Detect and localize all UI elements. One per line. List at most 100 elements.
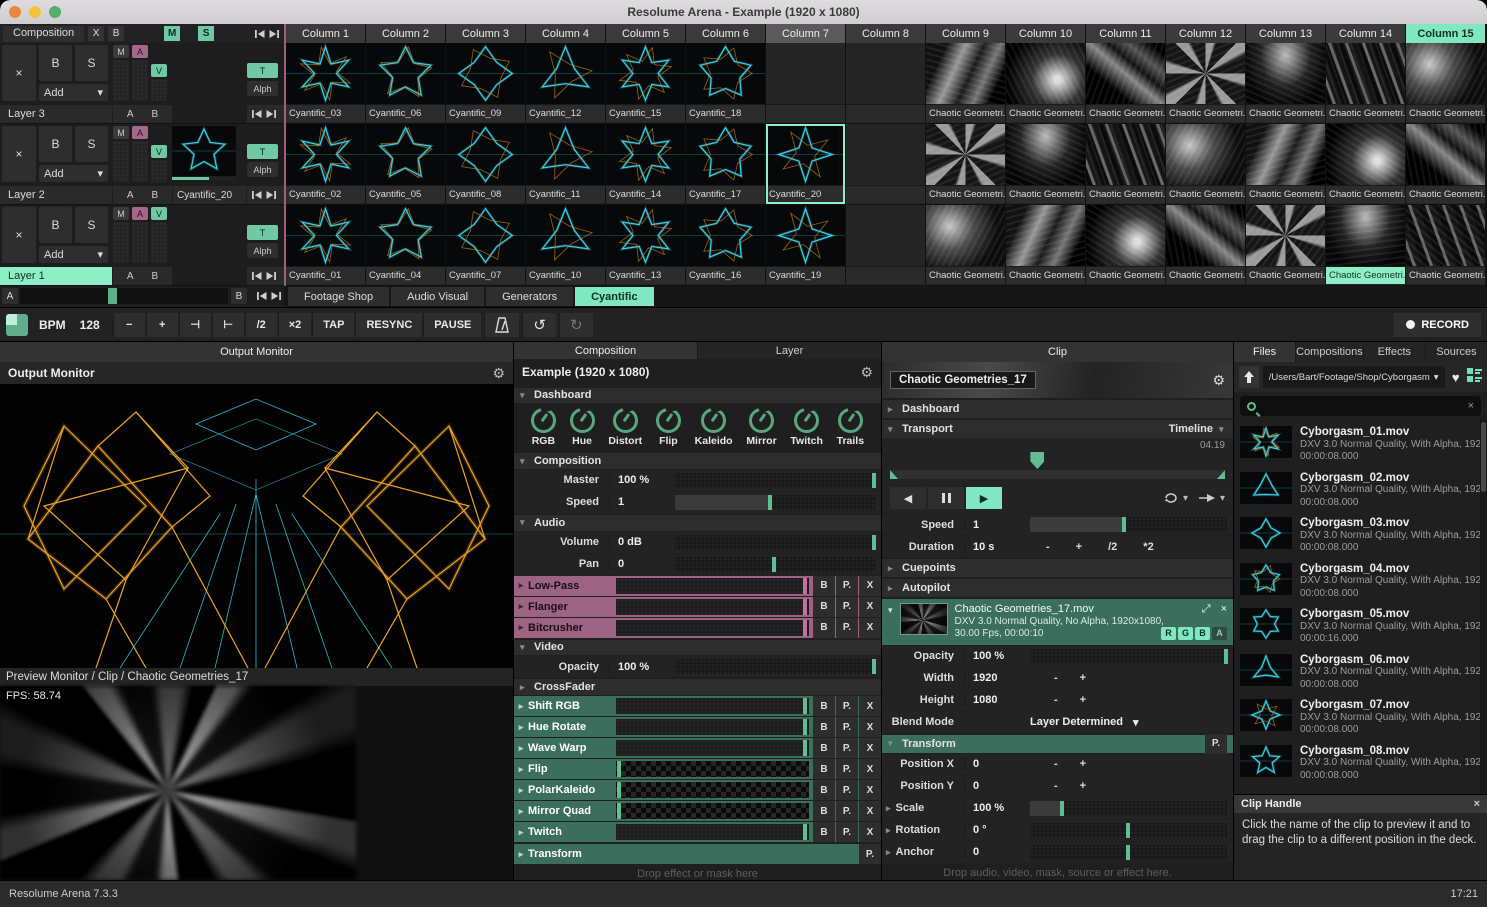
layer-solo-button[interactable]: S xyxy=(75,126,108,162)
dashboard-knob-kaleido[interactable]: Kaleido xyxy=(695,408,733,447)
loop-mode-dropdown[interactable]: ▾ xyxy=(1163,492,1188,504)
clip-cell[interactable]: Chaotic Geometri... xyxy=(1086,124,1165,204)
param-value[interactable]: 1 xyxy=(964,518,1022,531)
clip-cell[interactable]: Cyantific_20 xyxy=(766,124,845,204)
metronome-button[interactable] xyxy=(484,312,520,337)
effect-remove-button[interactable]: X xyxy=(859,801,881,821)
clip-cell[interactable]: Cyantific_10 xyxy=(526,205,605,285)
next-column-icon[interactable] xyxy=(269,29,279,38)
layer-blendmode-dropdown[interactable]: Add ▾ xyxy=(39,246,108,263)
effect-params-button[interactable]: P. xyxy=(836,759,858,779)
layer-solo-button[interactable]: S xyxy=(75,207,108,243)
layer-master-toggle[interactable]: M xyxy=(113,45,129,58)
layer-video-fader[interactable] xyxy=(151,160,167,182)
composition-bypass-button[interactable]: B xyxy=(108,26,125,41)
effect-params-button[interactable]: P. xyxy=(836,801,858,821)
param-value[interactable]: 1 xyxy=(609,496,667,509)
layer-video-fader[interactable] xyxy=(151,222,167,263)
clip-cell[interactable]: Chaotic Geometri... xyxy=(1326,124,1405,204)
blend-mode-dropdown[interactable]: Layer Determined ▾ xyxy=(1030,716,1138,729)
clip-cell[interactable]: Cyantific_19 xyxy=(766,205,845,285)
layer-next-clip-icon[interactable] xyxy=(266,272,276,280)
clip-cell[interactable]: Cyantific_07 xyxy=(446,205,525,285)
channel-r-toggle[interactable]: R xyxy=(1161,626,1176,640)
clip-cell[interactable]: Chaotic Geometri... xyxy=(1246,43,1325,123)
file-list-scrollbar[interactable] xyxy=(1480,420,1487,794)
effect-flanger[interactable]: ▸ Flanger B P. X xyxy=(514,596,881,617)
section-dashboard[interactable]: ▾ Dashboard xyxy=(514,387,881,404)
layer-master-toggle[interactable]: M xyxy=(113,126,129,139)
play-backwards-button[interactable]: ◀ xyxy=(890,487,926,509)
clip-expand-icon[interactable]: ⤢ xyxy=(1202,603,1211,616)
effect-remove-button[interactable]: X xyxy=(859,617,881,638)
path-dropdown[interactable]: /Users/Bart/Footage/Shop/Cyborgasm ▾ xyxy=(1262,366,1445,388)
param-value[interactable]: 0 ° xyxy=(964,824,1022,836)
effect-bypass-button[interactable]: B xyxy=(813,801,835,821)
effect-remove-button[interactable]: X xyxy=(859,759,881,779)
channel-a-toggle[interactable]: A xyxy=(1212,626,1227,640)
clip-name-field[interactable]: Chaotic Geometries_17 xyxy=(890,371,1036,389)
clip-cell[interactable]: Chaotic Geometri... xyxy=(1246,124,1325,204)
timeline-track[interactable] xyxy=(890,470,1225,479)
effect-flip[interactable]: ▸ Flip B P. X xyxy=(514,759,881,779)
beat-nudge-down-button[interactable]: ⊣ xyxy=(178,312,211,337)
param-slider[interactable] xyxy=(1030,648,1228,664)
column-header-14[interactable]: Column 14 xyxy=(1326,24,1405,43)
layer-alpha-button[interactable]: Alph xyxy=(247,243,278,258)
clip-cell[interactable]: Cyantific_16 xyxy=(686,205,765,285)
clip-cell[interactable]: Chaotic Geometri... xyxy=(1006,124,1085,204)
clip-cell[interactable]: Chaotic Geometri... xyxy=(1406,43,1485,123)
layer-alpha-button[interactable]: Alph xyxy=(247,81,278,96)
layer-previous-clip-icon[interactable] xyxy=(252,191,262,199)
param-value[interactable]: 100 % xyxy=(609,660,667,673)
favorites-heart-icon[interactable]: ♥ xyxy=(1449,370,1463,385)
clip-cell[interactable]: Chaotic Geometri... xyxy=(1166,43,1245,123)
file-item[interactable]: Cyborgasm_04.mov DXV 3.0 Normal Quality, … xyxy=(1234,559,1487,605)
effect-opacity-slider[interactable] xyxy=(616,577,809,594)
column-header-2[interactable]: Column 2 xyxy=(366,24,445,43)
file-item[interactable]: Cyborgasm_08.mov DXV 3.0 Normal Quality, … xyxy=(1234,741,1487,787)
effect-polarkaleido[interactable]: ▸ PolarKaleido B P. X xyxy=(514,780,881,800)
bpm-value[interactable]: 128 xyxy=(80,318,100,332)
effect-hue-rotate[interactable]: ▸ Hue Rotate B P. X xyxy=(514,717,881,737)
clip-cell[interactable]: Cyantific_13 xyxy=(606,205,685,285)
section-audio[interactable]: ▾ Audio xyxy=(514,514,881,531)
increase-button[interactable]: + xyxy=(1080,672,1086,684)
section-video[interactable]: ▾ Video xyxy=(514,639,881,656)
tab-compositions[interactable]: Compositions xyxy=(1296,342,1363,362)
param-value[interactable]: 0 xyxy=(964,758,1022,770)
effect-params-button[interactable]: P. xyxy=(836,617,858,638)
file-item[interactable]: Cyborgasm_07.mov DXV 3.0 Normal Quality, … xyxy=(1234,695,1487,741)
deck-tab-audio-visual[interactable]: Audio Visual xyxy=(391,287,485,306)
layer-bypass-button[interactable]: B xyxy=(39,126,72,162)
search-clear-icon[interactable]: × xyxy=(1468,400,1474,412)
dashboard-knob-rgb[interactable]: RGB xyxy=(530,408,556,447)
layer-master-fader[interactable] xyxy=(113,60,129,101)
section-transport[interactable]: ▾ Transport Timeline ▾ xyxy=(882,420,1233,438)
layer-audio-toggle[interactable]: A xyxy=(132,126,148,139)
increase-button[interactable]: + xyxy=(1080,780,1086,792)
section-clip-dashboard[interactable]: ▸ Dashboard xyxy=(882,400,1233,418)
duration-halve-button[interactable]: /2 xyxy=(1108,541,1117,553)
layer-active-clip-label[interactable]: Cyantific_20 xyxy=(173,186,246,204)
composition-gear-icon[interactable]: ⚙ xyxy=(860,364,873,381)
search-input[interactable]: × xyxy=(1240,396,1481,416)
effect-bypass-button[interactable]: B xyxy=(813,696,835,716)
layer-transition-button[interactable]: T xyxy=(247,225,278,240)
timeline-out-marker[interactable] xyxy=(1217,470,1225,479)
effect-bypass-button[interactable]: B xyxy=(813,759,835,779)
layer-previous-clip-icon[interactable] xyxy=(252,110,262,118)
layer-clear-button[interactable]: × xyxy=(2,126,36,182)
effect-params-button[interactable]: P. xyxy=(836,575,858,596)
resync-button[interactable]: RESYNC xyxy=(355,312,423,337)
clip-gear-icon[interactable]: ⚙ xyxy=(1212,372,1225,389)
beat-nudge-up-button[interactable]: ⊢ xyxy=(211,312,244,337)
column-header-10[interactable]: Column 10 xyxy=(1006,24,1085,43)
layer-master-toggle[interactable]: M xyxy=(113,207,129,220)
param-value[interactable]: 0 xyxy=(964,846,1022,858)
clip-cell[interactable]: Chaotic Geometri... xyxy=(1326,205,1405,285)
deck-tab-generators[interactable]: Generators xyxy=(486,287,574,306)
layer-crossfader-assign[interactable]: AB xyxy=(113,105,172,123)
clip-cell[interactable]: Cyantific_18 xyxy=(686,43,765,123)
clip-handle-close-icon[interactable]: × xyxy=(1474,798,1480,810)
